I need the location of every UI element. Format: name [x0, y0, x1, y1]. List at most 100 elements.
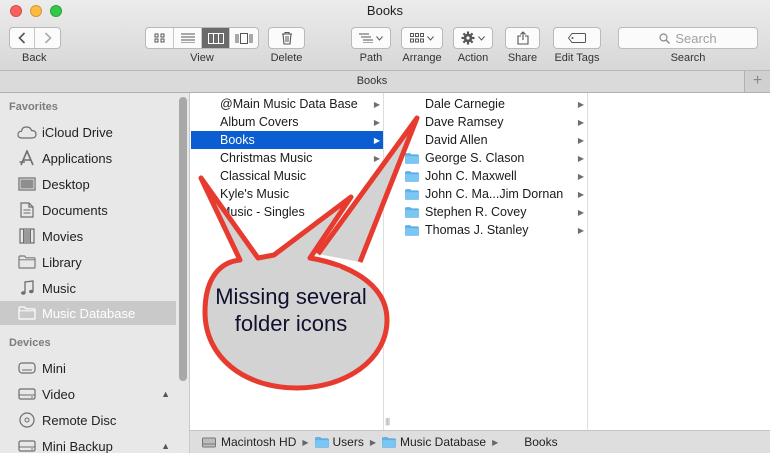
columns-icon — [207, 32, 224, 44]
column-view-button[interactable] — [202, 28, 230, 48]
path-crumb-macintosh-hd[interactable]: Macintosh HD — [202, 435, 296, 449]
arrange-button[interactable] — [401, 27, 443, 49]
item-label: John C. Maxwell — [425, 169, 517, 183]
share-button[interactable] — [505, 27, 540, 49]
forward-button[interactable] — [35, 28, 60, 48]
documents-icon — [17, 202, 37, 218]
crumb-label: Users — [332, 435, 364, 449]
path-list-icon — [359, 33, 373, 43]
applications-icon — [17, 150, 37, 166]
disclosure-arrow-icon: ▶ — [577, 135, 584, 145]
computer-icon — [17, 360, 37, 376]
sidebar-item-mini-backup[interactable]: Mini Backup ▲ — [0, 434, 176, 453]
list-item[interactable]: Dave Ramsey ▶ — [396, 113, 587, 131]
sidebar-item-label: Music — [42, 280, 76, 296]
disclosure-arrow-icon: ▶ — [373, 117, 380, 127]
path-button[interactable] — [351, 27, 391, 49]
sidebar-item-label: Movies — [42, 228, 84, 244]
crumb-label: Music Database — [400, 435, 487, 449]
sidebar-item-music[interactable]: Music — [0, 276, 176, 300]
list-item[interactable]: Christmas Music ▶ — [191, 149, 383, 167]
window-title: Books — [366, 3, 404, 18]
eject-icon[interactable]: ▲ — [161, 389, 170, 399]
sidebar-item-icloud-drive[interactable]: iCloud Drive — [0, 120, 176, 144]
sidebar-item-label: Music Database — [42, 305, 136, 321]
arrange-group: Arrange — [401, 27, 443, 64]
folder-icon — [405, 189, 419, 200]
sidebar-item-mini[interactable]: Mini — [0, 356, 176, 380]
item-label: Books — [220, 133, 255, 147]
item-label: Dale Carnegie — [425, 97, 505, 111]
sidebar-item-remote-disc[interactable]: Remote Disc — [0, 408, 176, 432]
icon-view-button[interactable] — [146, 28, 174, 48]
back-button[interactable] — [10, 28, 35, 48]
column-books: Dale Carnegie ▶ Dave Ramsey ▶ David Allen ▶… — [387, 93, 593, 430]
annotation-text: Missing several folder icons — [215, 284, 367, 336]
sidebar-item-desktop[interactable]: Desktop — [0, 172, 176, 196]
cover-flow-button[interactable] — [230, 28, 258, 48]
disclosure-arrow-icon: ▶ — [577, 117, 584, 127]
path-crumb-music-database[interactable]: Music Database — [382, 435, 486, 449]
list-item[interactable]: Thomas J. Stanley ▶ — [396, 221, 587, 239]
sidebar-item-label: Documents — [42, 202, 108, 218]
tag-icon — [568, 33, 586, 43]
disclosure-arrow-icon: ▶ — [577, 171, 584, 181]
sidebar-item-documents[interactable]: Documents — [0, 198, 176, 222]
list-item[interactable]: David Allen ▶ — [396, 131, 587, 149]
view-label: View — [190, 52, 214, 64]
list-item[interactable]: Dale Carnegie ▶ — [396, 95, 587, 113]
list-item[interactable]: Kyle's Music ▶ — [191, 185, 383, 203]
sidebar-item-label: Applications — [42, 150, 113, 166]
favorites-header: Favorites — [9, 101, 58, 113]
music-note-icon — [17, 280, 37, 296]
list-item[interactable]: John C. Maxwell ▶ — [396, 167, 587, 185]
list-item[interactable]: @Main Music Data Base ▶ — [191, 95, 383, 113]
path-bar: Macintosh HD ▶ Users ▶ Music Database ▶ … — [190, 430, 770, 453]
chevron-down-icon — [376, 35, 383, 41]
sidebar-item-label: Video — [42, 386, 76, 402]
back-label: Back — [22, 52, 47, 64]
hard-drive-icon — [17, 438, 37, 453]
edit-tags-group: Edit Tags — [553, 27, 601, 64]
edit-tags-button[interactable] — [553, 27, 601, 49]
share-label: Share — [507, 52, 538, 64]
devices-header: Devices — [9, 337, 51, 349]
column-resize-handle[interactable]: || — [387, 417, 390, 426]
disclosure-arrow-icon: ▶ — [577, 99, 584, 109]
path-crumb-users[interactable]: Users — [315, 435, 364, 449]
item-label: Christmas Music — [220, 151, 313, 165]
search-input[interactable]: Search — [618, 27, 758, 49]
folder-icon — [405, 207, 419, 218]
eject-icon[interactable]: ▲ — [161, 441, 170, 451]
sidebar-item-music-database[interactable]: Music Database — [0, 301, 176, 325]
tab-books[interactable]: Books — [0, 71, 745, 92]
item-label: Album Covers — [220, 115, 299, 129]
search-placeholder: Search — [675, 30, 717, 46]
sidebar-item-movies[interactable]: Movies — [0, 224, 176, 248]
list-item[interactable]: George S. Clason ▶ — [396, 149, 587, 167]
view-mode-control — [145, 27, 259, 49]
path-crumb-books[interactable]: Books — [524, 435, 557, 449]
list-view-button[interactable] — [174, 28, 202, 48]
new-tab-button[interactable]: + — [745, 71, 770, 92]
sidebar-item-video[interactable]: Video ▲ — [0, 382, 176, 406]
desktop-icon — [17, 176, 37, 192]
list-item[interactable]: John C. Ma...Jim Dornan ▶ — [396, 185, 587, 203]
path-separator-icon: ▶ — [302, 437, 309, 447]
sidebar-scrollbar[interactable] — [179, 97, 187, 381]
sidebar-item-applications[interactable]: Applications — [0, 146, 176, 170]
list-item-selected[interactable]: Books ▶ — [191, 131, 383, 149]
list-item[interactable]: Music - Singles ▶ — [191, 203, 383, 221]
sidebar-item-label: Library — [42, 254, 82, 270]
crumb-label: Macintosh HD — [221, 435, 297, 449]
list-item[interactable]: Classical Music ▶ — [191, 167, 383, 185]
action-label: Action — [457, 52, 489, 64]
list-item[interactable]: Stephen R. Covey ▶ — [396, 203, 587, 221]
search-label: Search — [670, 52, 706, 64]
sidebar-item-library[interactable]: Library — [0, 250, 176, 274]
action-button[interactable] — [453, 27, 493, 49]
list-item[interactable]: Album Covers ▶ — [191, 113, 383, 131]
cover-flow-icon — [235, 32, 253, 44]
item-label: Kyle's Music — [220, 187, 290, 201]
delete-button[interactable] — [268, 27, 305, 49]
